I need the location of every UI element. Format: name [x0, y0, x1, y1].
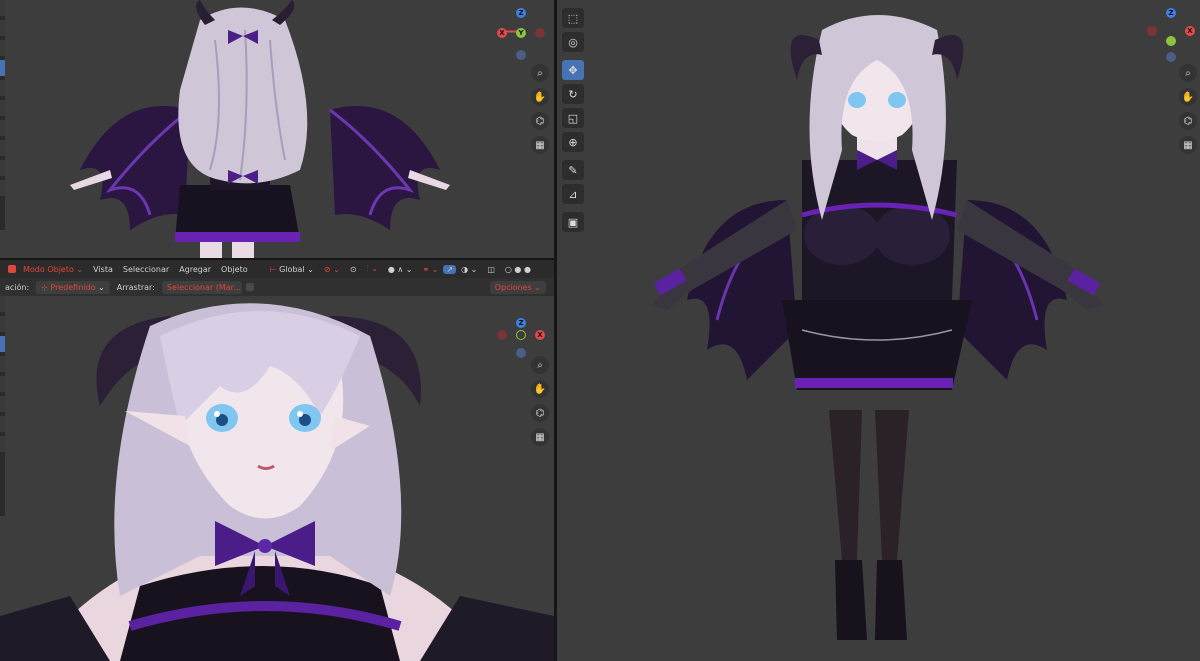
camera-icon[interactable]: ⌬: [531, 112, 549, 130]
mode-dropdown[interactable]: Modo Objeto ⌄: [18, 265, 88, 274]
viewport-closeup[interactable]: Z X ⌕ ✋ ⌬ ▦: [0, 296, 554, 661]
proportional-edit-icon[interactable]: ● ∧ ⌄: [383, 265, 418, 274]
object-mode-icon: [8, 265, 16, 273]
shading-icons[interactable]: ○ ● ●: [500, 265, 536, 274]
viewport-back[interactable]: Z X Y ⌕ ✋ ⌬ ▦: [0, 0, 554, 258]
gizmo-neg-z-axis[interactable]: [516, 348, 526, 358]
navigation-gizmo[interactable]: Z X: [1142, 8, 1200, 62]
overlay-icon[interactable]: ◑ ⌄: [456, 265, 482, 274]
pivot-dropdown[interactable]: ⊹ Predefinido ⌄: [36, 280, 110, 294]
viewport-front[interactable]: ⬚ ◎ ✥ ↻ ◱ ⊕ ✎ ⊿ ▣ Z X ⌕ ✋ ⌬ ▦: [557, 0, 1200, 661]
snap-icon[interactable]: ⊙: [345, 265, 362, 274]
character-back-view: [70, 0, 450, 258]
navigation-buttons: ⌕ ✋ ⌬ ▦: [1179, 64, 1197, 160]
orientation-label: Global: [279, 264, 305, 274]
grid-icon[interactable]: ▦: [1179, 136, 1197, 154]
options-dropdown[interactable]: Opciones ⌄: [489, 280, 546, 294]
navigation-buttons: ⌕ ✋ ⌬ ▦: [531, 356, 549, 452]
zoom-icon[interactable]: ⌕: [531, 64, 549, 82]
orientation-icon: ⊢: [269, 264, 277, 274]
pivot-value: Predefinido: [50, 282, 96, 292]
drag-label: Arrastrar:: [116, 282, 155, 292]
gizmo-neg-z-axis[interactable]: [516, 50, 526, 60]
tool-settings-bar: ación: ⊹ Predefinido ⌄ Arrastrar: Selecc…: [0, 278, 554, 297]
gizmo-z-axis[interactable]: Z: [516, 318, 526, 328]
mode-label: Modo Objeto: [23, 264, 74, 274]
drag-dropdown[interactable]: Seleccionar (Mar...: [161, 280, 242, 294]
gizmo-x-axis[interactable]: X: [535, 330, 545, 340]
grid-icon[interactable]: ▦: [531, 136, 549, 154]
drag-mode-icon[interactable]: [245, 283, 254, 291]
gizmo-x-axis[interactable]: X: [497, 28, 507, 38]
gizmo-x-axis[interactable]: X: [1185, 26, 1195, 36]
pivot-icon: ⊹: [41, 282, 48, 292]
camera-icon[interactable]: ⌬: [1179, 112, 1197, 130]
gizmo-y-axis[interactable]: Y: [516, 28, 526, 38]
hand-pan-icon[interactable]: ✋: [531, 88, 549, 106]
gizmo-toggle-icon[interactable]: ↗: [443, 264, 457, 274]
options-label: Opciones: [494, 282, 532, 292]
menu-agregar[interactable]: Agregar: [174, 265, 216, 274]
menu-objeto[interactable]: Objeto: [216, 265, 253, 274]
gizmo-z-axis[interactable]: Z: [1166, 8, 1176, 18]
pivot-icon[interactable]: ⊘ ⌄: [319, 265, 345, 274]
zoom-icon[interactable]: ⌕: [531, 356, 549, 374]
gizmo-z-axis[interactable]: Z: [516, 8, 526, 18]
visibility-icon[interactable]: ⚭ ⌄: [417, 265, 443, 274]
navigation-gizmo[interactable]: Z X Y: [492, 6, 552, 60]
viewport-header: Modo Objeto ⌄ Vista Seleccionar Agregar …: [0, 260, 554, 278]
orientation-dropdown[interactable]: ⊢ Global ⌄: [265, 265, 319, 274]
hand-pan-icon[interactable]: ✋: [531, 380, 549, 398]
menu-seleccionar[interactable]: Seleccionar: [118, 265, 174, 274]
navigation-buttons: ⌕ ✋ ⌬ ▦: [531, 64, 549, 160]
gizmo-neg-y-axis[interactable]: [1166, 36, 1176, 46]
character-front-view: [652, 15, 1102, 640]
gizmo-neg-x-axis[interactable]: [535, 28, 545, 38]
grid-icon[interactable]: ▦: [531, 428, 549, 446]
gizmo-neg-y-axis[interactable]: [516, 330, 526, 340]
hand-pan-icon[interactable]: ✋: [1179, 88, 1197, 106]
gizmo-neg-z-axis[interactable]: [1166, 52, 1176, 62]
xray-icon[interactable]: ◫: [482, 265, 500, 274]
drag-value: Seleccionar (Mar...: [166, 282, 241, 292]
menu-vista[interactable]: Vista: [88, 265, 118, 274]
orientation-label: ación:: [5, 282, 30, 292]
character-face-closeup: [0, 303, 554, 661]
snap-target-icon[interactable]: ⫶ ⌄: [362, 264, 383, 274]
gizmo-neg-x-axis[interactable]: [497, 330, 507, 340]
zoom-icon[interactable]: ⌕: [1179, 64, 1197, 82]
camera-icon[interactable]: ⌬: [531, 404, 549, 422]
gizmo-neg-x-axis[interactable]: [1147, 26, 1157, 36]
